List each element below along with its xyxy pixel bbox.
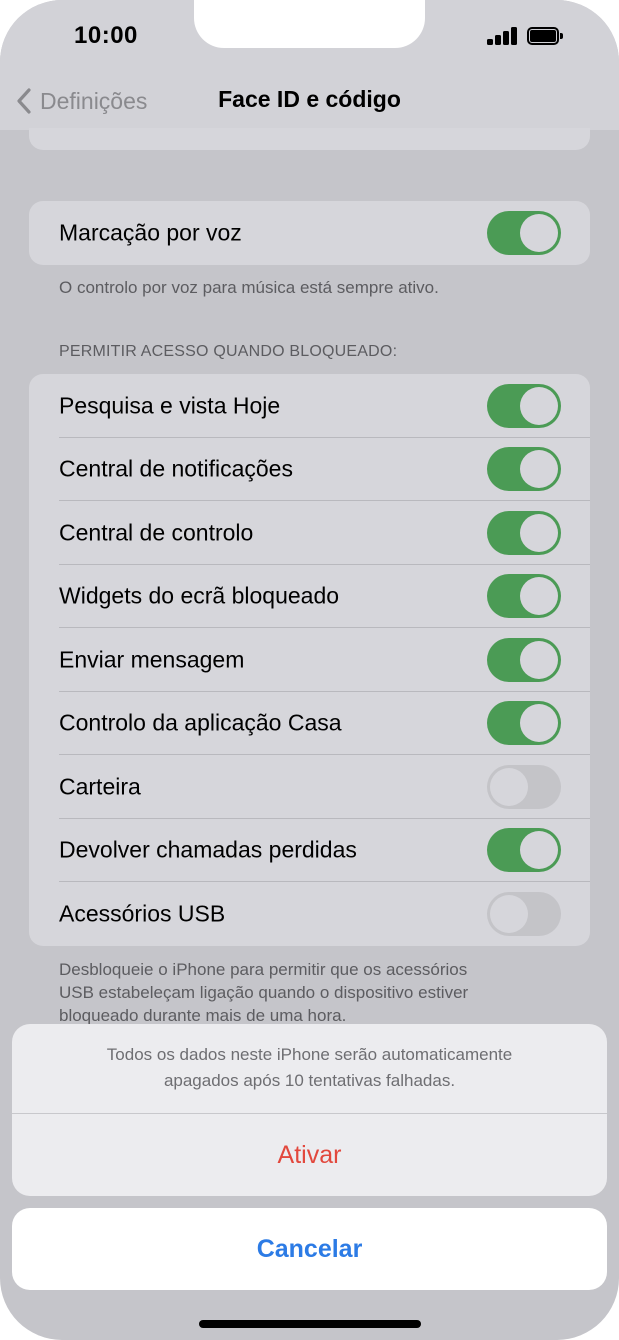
lock-screen-widgets-toggle[interactable] bbox=[487, 574, 561, 619]
usb-accessories-toggle[interactable] bbox=[487, 891, 561, 936]
action-sheet-message-line: Todos os dados neste iPhone serão automa… bbox=[106, 1045, 513, 1064]
row-label: Widgets do ecrã bloqueado bbox=[59, 582, 340, 609]
settings-row-lock-screen-widgets: Widgets do ecrã bloqueado bbox=[29, 565, 590, 628]
settings-row-control-center: Central de controlo bbox=[29, 501, 590, 565]
battery-icon bbox=[527, 27, 563, 45]
row-label: Controlo da aplicação Casa bbox=[59, 709, 342, 736]
activate-button[interactable]: Ativar bbox=[12, 1114, 607, 1196]
locked-access-group: Pesquisa e vista Hoje Central de notific… bbox=[29, 374, 590, 946]
settings-row-reply-with-message: Enviar mensagem bbox=[29, 628, 590, 692]
settings-row-today-view: Pesquisa e vista Hoje bbox=[29, 374, 590, 438]
usb-footer-line: USB estabeleçam ligação quando o disposi… bbox=[59, 983, 469, 1002]
usb-footer: Desbloqueie o iPhone para permitir que o… bbox=[59, 958, 468, 1027]
previous-group-bottom bbox=[29, 128, 590, 150]
action-sheet-message: Todos os dados neste iPhone serão automa… bbox=[52, 1042, 567, 1094]
cellular-signal-icon bbox=[487, 27, 521, 45]
row-label: Pesquisa e vista Hoje bbox=[59, 392, 281, 419]
navigation-bar: 10:00 Definições Face ID e código bbox=[0, 0, 619, 130]
row-label: Devolver chamadas perdidas bbox=[59, 836, 357, 863]
action-sheet-message-line: apagados após 10 tentativas falhadas. bbox=[163, 1071, 456, 1090]
row-label: Enviar mensagem bbox=[59, 646, 245, 673]
notification-center-toggle[interactable] bbox=[487, 447, 561, 492]
cancel-button[interactable]: Cancelar bbox=[12, 1208, 607, 1290]
settings-row-return-missed-calls: Devolver chamadas perdidas bbox=[29, 819, 590, 882]
voice-dial-group: Marcação por voz bbox=[29, 201, 590, 265]
action-sheet: Todos os dados neste iPhone serão automa… bbox=[12, 1024, 607, 1196]
phone-screen: 10:00 Definições Face ID e código Marcaç… bbox=[0, 0, 619, 1340]
section-header: PERMITIR ACESSO QUANDO BLOQUEADO: bbox=[59, 343, 398, 360]
row-label: Central de notificações bbox=[59, 455, 293, 482]
row-label: Carteira bbox=[59, 773, 141, 800]
reply-with-message-toggle[interactable] bbox=[487, 637, 561, 682]
settings-row-home-control: Controlo da aplicação Casa bbox=[29, 692, 590, 755]
today-view-toggle[interactable] bbox=[487, 383, 561, 428]
settings-row-wallet: Carteira bbox=[29, 755, 590, 819]
voice-dial-toggle[interactable] bbox=[487, 210, 561, 255]
row-label: Marcação por voz bbox=[59, 219, 242, 246]
usb-footer-line: Desbloqueie o iPhone para permitir que o… bbox=[59, 960, 468, 979]
wallet-toggle[interactable] bbox=[487, 764, 561, 809]
control-center-toggle[interactable] bbox=[487, 510, 561, 555]
status-time: 10:00 bbox=[74, 22, 138, 49]
page-title: Face ID e código bbox=[218, 86, 401, 112]
settings-row-voice-dial: Marcação por voz bbox=[29, 201, 590, 265]
home-control-toggle[interactable] bbox=[487, 701, 561, 746]
row-label: Acessórios USB bbox=[59, 900, 226, 927]
settings-row-notification-center: Central de notificações bbox=[29, 438, 590, 501]
home-indicator[interactable] bbox=[199, 1320, 421, 1328]
return-missed-calls-toggle[interactable] bbox=[487, 828, 561, 873]
settings-row-usb-accessories: Acessórios USB bbox=[29, 882, 590, 946]
row-label: Central de controlo bbox=[59, 519, 254, 546]
voice-dial-footer: O controlo por voz para música está semp… bbox=[59, 278, 439, 297]
notch bbox=[194, 0, 425, 48]
